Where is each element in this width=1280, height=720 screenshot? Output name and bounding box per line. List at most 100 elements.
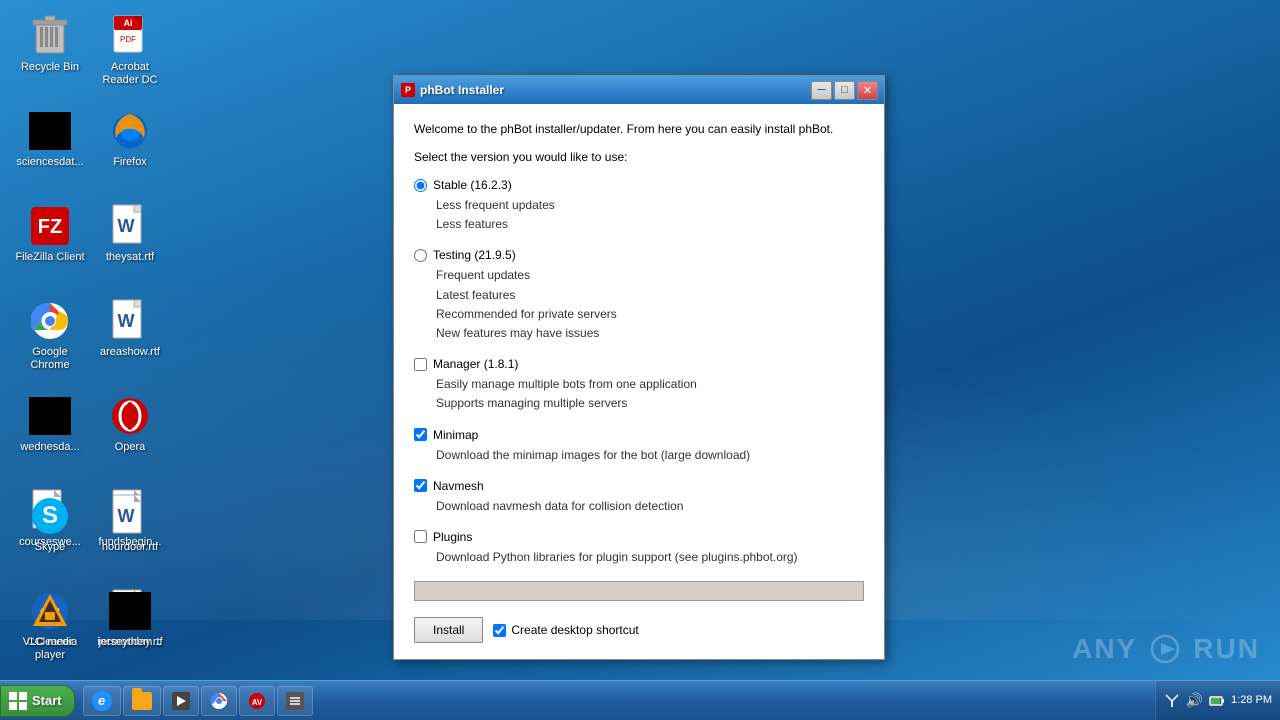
install-button[interactable]: Install bbox=[414, 617, 483, 643]
firefox-label: Firefox bbox=[113, 156, 147, 169]
av-icon: AV bbox=[248, 692, 266, 710]
desktop-icon-skype[interactable]: S Skype bbox=[10, 490, 90, 585]
start-button[interactable]: Start bbox=[0, 685, 75, 717]
minimap-checkbox[interactable] bbox=[414, 428, 427, 441]
task-icon bbox=[286, 692, 304, 710]
skype-icon: S bbox=[31, 497, 69, 535]
taskbar-items: e bbox=[79, 686, 1155, 716]
select-version-label: Select the version you would like to use… bbox=[414, 150, 864, 164]
desktop-icon-sciencesdat[interactable]: sciencesdat... bbox=[10, 105, 90, 200]
areashow-icon: W bbox=[112, 299, 148, 343]
window-controls: ─ □ ✕ bbox=[811, 81, 878, 100]
manager-option: Manager (1.8.1) Easily manage multiple b… bbox=[414, 357, 864, 413]
hourdoor-icon: W bbox=[112, 494, 148, 538]
stable-label[interactable]: Stable (16.2.3) bbox=[433, 178, 512, 192]
desktop-icon-wednesday[interactable]: wednesda... bbox=[10, 390, 90, 485]
svg-text:Ai: Ai bbox=[124, 18, 133, 28]
sciencesdat-icon bbox=[29, 112, 71, 150]
desktop-icon-opera[interactable]: Opera bbox=[90, 390, 170, 485]
stable-radio[interactable] bbox=[414, 179, 427, 192]
maximize-button[interactable]: □ bbox=[834, 81, 855, 100]
navmesh-details: Download navmesh data for collision dete… bbox=[414, 497, 864, 516]
desktop-icon-vlc[interactable]: VLC media player bbox=[10, 585, 90, 680]
volume-icon[interactable]: 🔊 bbox=[1186, 692, 1203, 709]
svg-text:S: S bbox=[42, 502, 58, 529]
plugins-label[interactable]: Plugins bbox=[433, 530, 472, 544]
desktop-icon-theysat[interactable]: W theysat.rtf bbox=[90, 200, 170, 295]
desktop-icon-jerseythem[interactable]: jerseythem... bbox=[90, 585, 170, 680]
navmesh-label[interactable]: Navmesh bbox=[433, 479, 484, 493]
network-icon bbox=[1164, 693, 1180, 709]
taskbar-item-folder[interactable] bbox=[123, 686, 161, 716]
svg-text:W: W bbox=[118, 311, 135, 331]
wednesday-icon bbox=[29, 397, 71, 435]
taskbar-tray: 🔊 1:28 PM bbox=[1155, 681, 1280, 720]
jerseythem-icon bbox=[109, 592, 151, 630]
hourdoor-label: hourdoor.rtf bbox=[102, 541, 158, 554]
theysat-icon: W bbox=[112, 204, 148, 248]
testing-label[interactable]: Testing (21.9.5) bbox=[433, 248, 516, 262]
theysat-label: theysat.rtf bbox=[106, 251, 154, 264]
firefox-icon bbox=[111, 112, 149, 150]
window-title: phBot Installer bbox=[420, 83, 807, 97]
areashow-label: areashow.rtf bbox=[100, 346, 160, 359]
manager-checkbox[interactable] bbox=[414, 358, 427, 371]
start-button-label: Start bbox=[32, 693, 62, 708]
acrobat-label: Acrobat Reader DC bbox=[95, 61, 165, 87]
anyrun-text2: RUN bbox=[1193, 633, 1260, 665]
minimize-button[interactable]: ─ bbox=[811, 81, 832, 100]
desktop-icon-chrome[interactable]: Google Chrome bbox=[10, 295, 90, 390]
taskbar-item-media[interactable] bbox=[163, 686, 199, 716]
recycle-bin-icon bbox=[32, 15, 68, 57]
manager-details: Easily manage multiple bots from one app… bbox=[414, 375, 864, 413]
testing-radio[interactable] bbox=[414, 249, 427, 262]
filezilla-label: FileZilla Client bbox=[15, 251, 84, 264]
plugins-option: Plugins Download Python libraries for pl… bbox=[414, 530, 864, 567]
anyrun-text: ANY bbox=[1072, 633, 1137, 665]
progress-bar-container bbox=[414, 581, 864, 601]
media-player-icon bbox=[172, 692, 190, 710]
taskbar-item-chrome[interactable] bbox=[201, 686, 237, 716]
navmesh-checkbox[interactable] bbox=[414, 479, 427, 492]
minimap-label[interactable]: Minimap bbox=[433, 428, 478, 442]
taskbar-item-av[interactable]: AV bbox=[239, 686, 275, 716]
filezilla-icon: FZ bbox=[31, 207, 69, 245]
close-button[interactable]: ✕ bbox=[857, 81, 878, 100]
opera-icon bbox=[111, 397, 149, 435]
folder-icon bbox=[132, 692, 152, 710]
taskbar-item-task[interactable] bbox=[277, 686, 313, 716]
desktop-icon-hourdoor[interactable]: W hourdoor.rtf bbox=[90, 490, 170, 585]
plugins-details: Download Python libraries for plugin sup… bbox=[414, 548, 864, 567]
opera-label: Opera bbox=[115, 441, 146, 454]
stable-details: Less frequent updates Less features bbox=[414, 196, 864, 234]
desktop-icon-recycle-bin[interactable]: Recycle Bin bbox=[10, 10, 90, 105]
desktop-icon-filezilla[interactable]: FZ FileZilla Client bbox=[10, 200, 90, 295]
desktop-icon-acrobat[interactable]: Ai PDF Acrobat Reader DC bbox=[90, 10, 170, 105]
svg-text:FZ: FZ bbox=[38, 216, 62, 238]
desktop-icon-firefox[interactable]: Firefox bbox=[90, 105, 170, 200]
vlc-label: VLC media player bbox=[15, 636, 85, 662]
welcome-text: Welcome to the phBot installer/updater. … bbox=[414, 120, 864, 138]
desktop-icon-areashow[interactable]: W areashow.rtf bbox=[90, 295, 170, 390]
window-content: Welcome to the phBot installer/updater. … bbox=[394, 104, 884, 659]
svg-text:W: W bbox=[118, 506, 135, 526]
acrobat-icon: Ai PDF bbox=[111, 14, 149, 58]
anyrun-play-icon bbox=[1145, 634, 1185, 664]
system-clock[interactable]: 1:28 PM bbox=[1231, 693, 1272, 707]
navmesh-option: Navmesh Download navmesh data for collis… bbox=[414, 479, 864, 516]
taskbar-item-ie[interactable]: e bbox=[83, 686, 121, 716]
phbot-title-icon: P bbox=[400, 82, 416, 98]
jerseythem-label: jerseythem... bbox=[99, 636, 162, 649]
svg-text:AV: AV bbox=[251, 698, 262, 707]
create-shortcut-checkbox[interactable] bbox=[493, 624, 506, 637]
ie-icon: e bbox=[92, 691, 112, 711]
plugins-checkbox[interactable] bbox=[414, 530, 427, 543]
chrome-taskbar-icon bbox=[210, 692, 228, 710]
skype-label: Skype bbox=[35, 541, 66, 554]
anyrun-watermark: ANY RUN bbox=[1072, 633, 1260, 665]
stable-option: Stable (16.2.3) Less frequent updates Le… bbox=[414, 178, 864, 234]
manager-label[interactable]: Manager (1.8.1) bbox=[433, 357, 518, 371]
create-shortcut-label[interactable]: Create desktop shortcut bbox=[493, 623, 638, 637]
recycle-bin-label: Recycle Bin bbox=[21, 61, 79, 74]
window-titlebar: P phBot Installer ─ □ ✕ bbox=[394, 76, 884, 104]
